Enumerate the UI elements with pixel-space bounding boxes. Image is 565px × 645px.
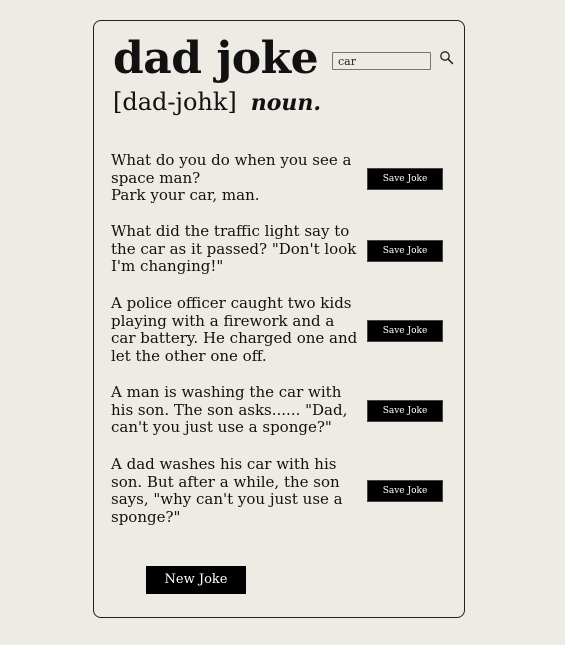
new-joke-button[interactable]: New Joke	[146, 566, 246, 594]
save-joke-button[interactable]: Save Joke	[367, 320, 443, 342]
save-joke-button[interactable]: Save Joke	[367, 168, 443, 190]
save-joke-button[interactable]: Save Joke	[367, 400, 443, 422]
search-input[interactable]	[332, 52, 431, 70]
joke-text: A man is washing the car with his son. T…	[111, 383, 348, 436]
phonetic-text: [dad-johk]	[113, 88, 237, 116]
part-of-speech: noun.	[250, 90, 322, 116]
page-title: dad joke	[113, 33, 319, 84]
search-icon[interactable]	[439, 50, 455, 66]
save-joke-button[interactable]: Save Joke	[367, 240, 443, 262]
joke-text: What do you do when you see a space man?…	[111, 151, 352, 204]
phonetic-line: [dad-johk] noun.	[113, 87, 321, 118]
save-joke-button[interactable]: Save Joke	[367, 480, 443, 502]
joke-text: What did the traffic light say to the ca…	[111, 222, 357, 275]
joke-text: A police officer caught two kids playing…	[111, 294, 358, 365]
joke-text: A dad washes his car with his son. But a…	[111, 455, 343, 526]
joke-card: dad joke [dad-johk] noun. What do you do …	[93, 20, 465, 618]
